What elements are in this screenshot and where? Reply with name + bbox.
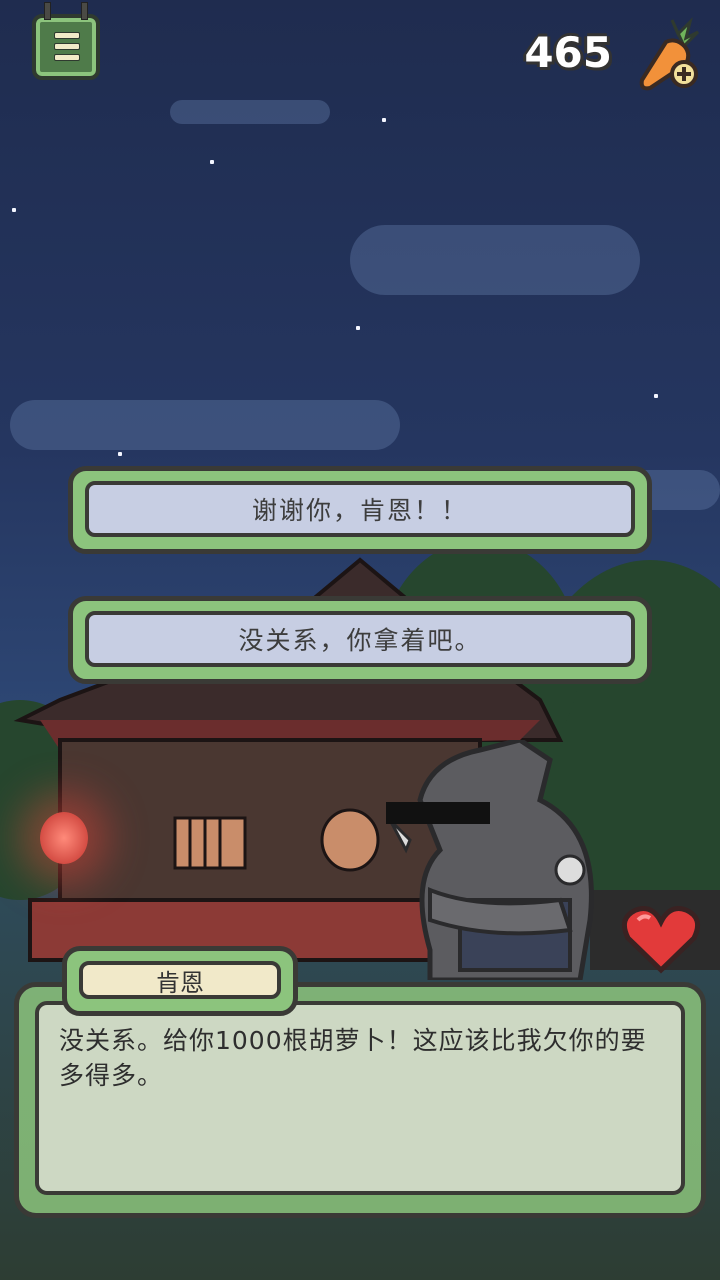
heart-icon[interactable] [620, 902, 702, 974]
menu-icon [54, 32, 80, 39]
dialog-text: 没关系。给你1000根胡萝卜！这应该比我欠你的要多得多。 [59, 1026, 647, 1090]
star [356, 326, 360, 330]
choice-button-thanks[interactable]: 谢谢你，肯恩！！ [68, 466, 652, 554]
menu-icon [54, 54, 80, 61]
carrot-count: 465 [524, 28, 612, 77]
menu-icon [54, 43, 80, 50]
rhino-character-ken [386, 740, 594, 980]
hook-icon [81, 2, 88, 20]
cloud [350, 225, 640, 295]
star [210, 160, 214, 164]
carrot-add-icon[interactable] [632, 12, 702, 92]
menu-button[interactable] [32, 2, 100, 80]
star [382, 118, 386, 122]
speaker-name-plate: 肯恩 [62, 946, 298, 1016]
hook-icon [44, 2, 51, 20]
game-scene: 465 谢谢你，肯恩！！ 没关系，你拿着吧。 没关系。给你1000根胡萝卜！这应… [0, 0, 720, 1280]
star [12, 208, 16, 212]
speaker-name: 肯恩 [79, 961, 281, 999]
choice-label: 没关系，你拿着吧。 [85, 611, 635, 667]
red-lantern [40, 812, 88, 864]
star [654, 394, 658, 398]
choice-button-keep-it[interactable]: 没关系，你拿着吧。 [68, 596, 652, 684]
choice-label: 谢谢你，肯恩！！ [85, 481, 635, 537]
dialog-box[interactable]: 没关系。给你1000根胡萝卜！这应该比我欠你的要多得多。 [14, 982, 706, 1218]
cloud [170, 100, 330, 124]
